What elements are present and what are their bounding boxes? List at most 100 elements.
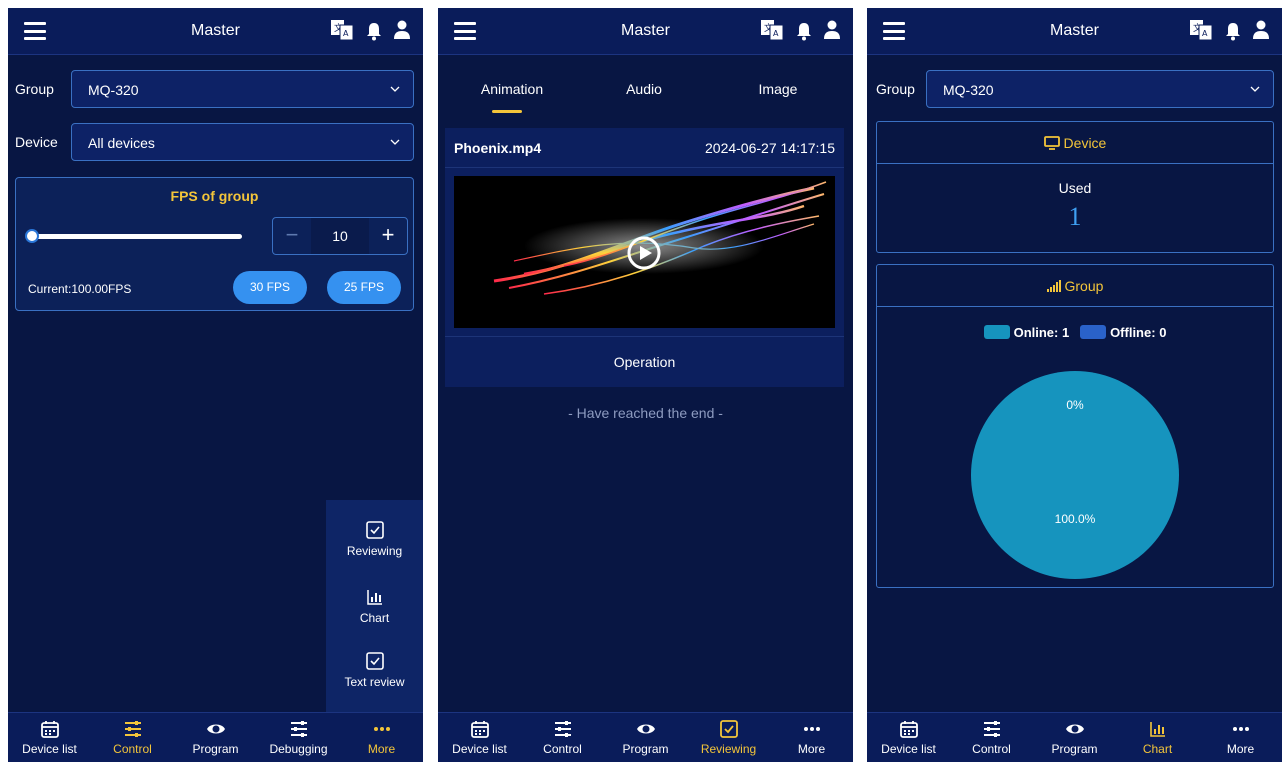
bell-icon[interactable]: [795, 21, 813, 41]
nav-label: More: [367, 742, 396, 756]
more-menu-reviewing[interactable]: Reviewing: [326, 520, 423, 558]
translate-icon[interactable]: 文 A: [1190, 20, 1212, 40]
group-select[interactable]: MQ-320: [926, 70, 1274, 108]
eye-icon: [206, 724, 225, 734]
nav-reviewing[interactable]: Reviewing: [687, 719, 770, 756]
pie-chart: 100.0% 0%: [971, 371, 1179, 579]
group-select-value: MQ-320: [88, 82, 139, 98]
nav-control[interactable]: Control: [521, 719, 604, 756]
translate-icon[interactable]: 文 A: [761, 20, 783, 40]
tab-audio[interactable]: Audio: [575, 81, 713, 97]
nav-label: Control: [113, 742, 152, 756]
nav-control[interactable]: Control: [950, 719, 1033, 756]
media-timestamp: 2024-06-27 14:17:15: [705, 140, 835, 156]
operation-button[interactable]: Operation: [445, 354, 844, 370]
sliders-icon: [554, 721, 571, 737]
bottom-nav: Device list Control Program Reviewing Mo…: [438, 712, 853, 762]
more-menu-label: Chart: [359, 611, 390, 625]
tab-image[interactable]: Image: [709, 81, 847, 97]
stepper-minus-button[interactable]: −: [273, 218, 311, 254]
fps-slider-handle[interactable]: [25, 229, 39, 243]
nav-label: More: [1226, 742, 1255, 756]
media-card: Phoenix.mp4 2024-06-27 14:17:15 Operatio…: [445, 128, 844, 387]
nav-device-list[interactable]: Device list: [8, 719, 91, 756]
device-select-value: All devices: [88, 135, 155, 151]
device-select[interactable]: All devices: [71, 123, 414, 161]
group-label: Group: [15, 81, 54, 97]
nav-label: Control: [972, 742, 1011, 756]
nav-label: Device list: [452, 742, 507, 756]
bell-icon[interactable]: [365, 21, 383, 41]
device-card-header: Device: [877, 122, 1273, 164]
nav-label: Program: [192, 742, 239, 756]
group-card: Group Online: 1 Offline: 0 100.0% 0%: [876, 264, 1274, 588]
control-screen: Master 文 A Group MQ-320 Device All devic…: [8, 8, 423, 762]
nav-device-list[interactable]: Device list: [438, 719, 521, 756]
sliders-icon: [124, 721, 141, 737]
nav-more[interactable]: More: [340, 719, 423, 756]
dots-icon: [803, 727, 820, 731]
media-tabs: Animation Audio Image: [438, 56, 853, 124]
chevron-down-icon: [1250, 86, 1260, 92]
stepper-plus-button[interactable]: +: [369, 218, 407, 254]
header: Master 文 A: [8, 8, 423, 55]
play-icon[interactable]: [626, 235, 662, 271]
more-menu-label: Text review: [344, 675, 405, 689]
user-icon[interactable]: [1252, 20, 1270, 40]
stepper-value[interactable]: 10: [311, 218, 369, 254]
calendar-icon: [899, 721, 918, 738]
nav-label: Control: [543, 742, 582, 756]
chart-screen: Master 文 A Group MQ-320 Device Used 1 Gr…: [867, 8, 1282, 762]
more-menu-chart[interactable]: Chart: [326, 587, 423, 625]
svg-text:A: A: [1202, 29, 1208, 38]
nav-program[interactable]: Program: [1033, 719, 1116, 756]
user-icon[interactable]: [393, 20, 411, 40]
nav-control[interactable]: Control: [91, 719, 174, 756]
bell-icon[interactable]: [1224, 21, 1242, 41]
more-menu-text-review[interactable]: Text review: [326, 651, 423, 689]
nav-program[interactable]: Program: [604, 719, 687, 756]
fps-card: FPS of group − 10 + Current:100.00FPS 30…: [15, 177, 414, 311]
tab-animation[interactable]: Animation: [443, 81, 581, 97]
divider: [445, 336, 844, 337]
active-tab-indicator: [492, 110, 522, 113]
nav-label: Program: [622, 742, 669, 756]
check-square-icon: [365, 521, 384, 539]
pie-slice-label: 100.0%: [1055, 512, 1096, 526]
bottom-nav: Device list Control Program Debugging Mo…: [8, 712, 423, 762]
sliders-icon: [290, 721, 307, 737]
fps-card-title: FPS of group: [170, 188, 259, 204]
group-select[interactable]: MQ-320: [71, 70, 414, 108]
nav-chart[interactable]: Chart: [1116, 719, 1199, 756]
eye-icon: [1065, 724, 1084, 734]
preset-25fps-button[interactable]: 25 FPS: [327, 271, 401, 304]
nav-label: Reviewing: [700, 742, 757, 756]
header: Master 文 A: [867, 8, 1282, 55]
nav-label: More: [797, 742, 826, 756]
nav-more[interactable]: More: [770, 719, 853, 756]
page-title: Master: [191, 22, 240, 39]
media-file-name: Phoenix.mp4: [454, 140, 542, 156]
user-icon[interactable]: [823, 20, 841, 40]
nav-label: Debugging: [269, 742, 328, 756]
dots-icon: [373, 727, 390, 731]
more-menu: Reviewing Chart Text review: [326, 500, 423, 712]
divider: [445, 167, 844, 168]
fps-slider-track[interactable]: [26, 234, 242, 239]
nav-more[interactable]: More: [1199, 719, 1282, 756]
monitor-icon: [1043, 136, 1060, 150]
preset-30fps-button[interactable]: 30 FPS: [233, 271, 307, 304]
nav-debugging[interactable]: Debugging: [257, 719, 340, 756]
used-label: Used: [1058, 180, 1092, 196]
more-menu-label: Reviewing: [346, 544, 403, 558]
svg-text:A: A: [343, 29, 349, 38]
nav-label: Device list: [22, 742, 77, 756]
translate-icon[interactable]: 文 A: [331, 20, 353, 40]
bottom-nav: Device list Control Program Chart More: [867, 712, 1282, 762]
svg-text:A: A: [773, 29, 779, 38]
group-select-value: MQ-320: [943, 82, 994, 98]
nav-program[interactable]: Program: [174, 719, 257, 756]
nav-label: Chart: [1142, 742, 1173, 756]
nav-device-list[interactable]: Device list: [867, 719, 950, 756]
pie-slice-label: 0%: [1066, 398, 1084, 412]
